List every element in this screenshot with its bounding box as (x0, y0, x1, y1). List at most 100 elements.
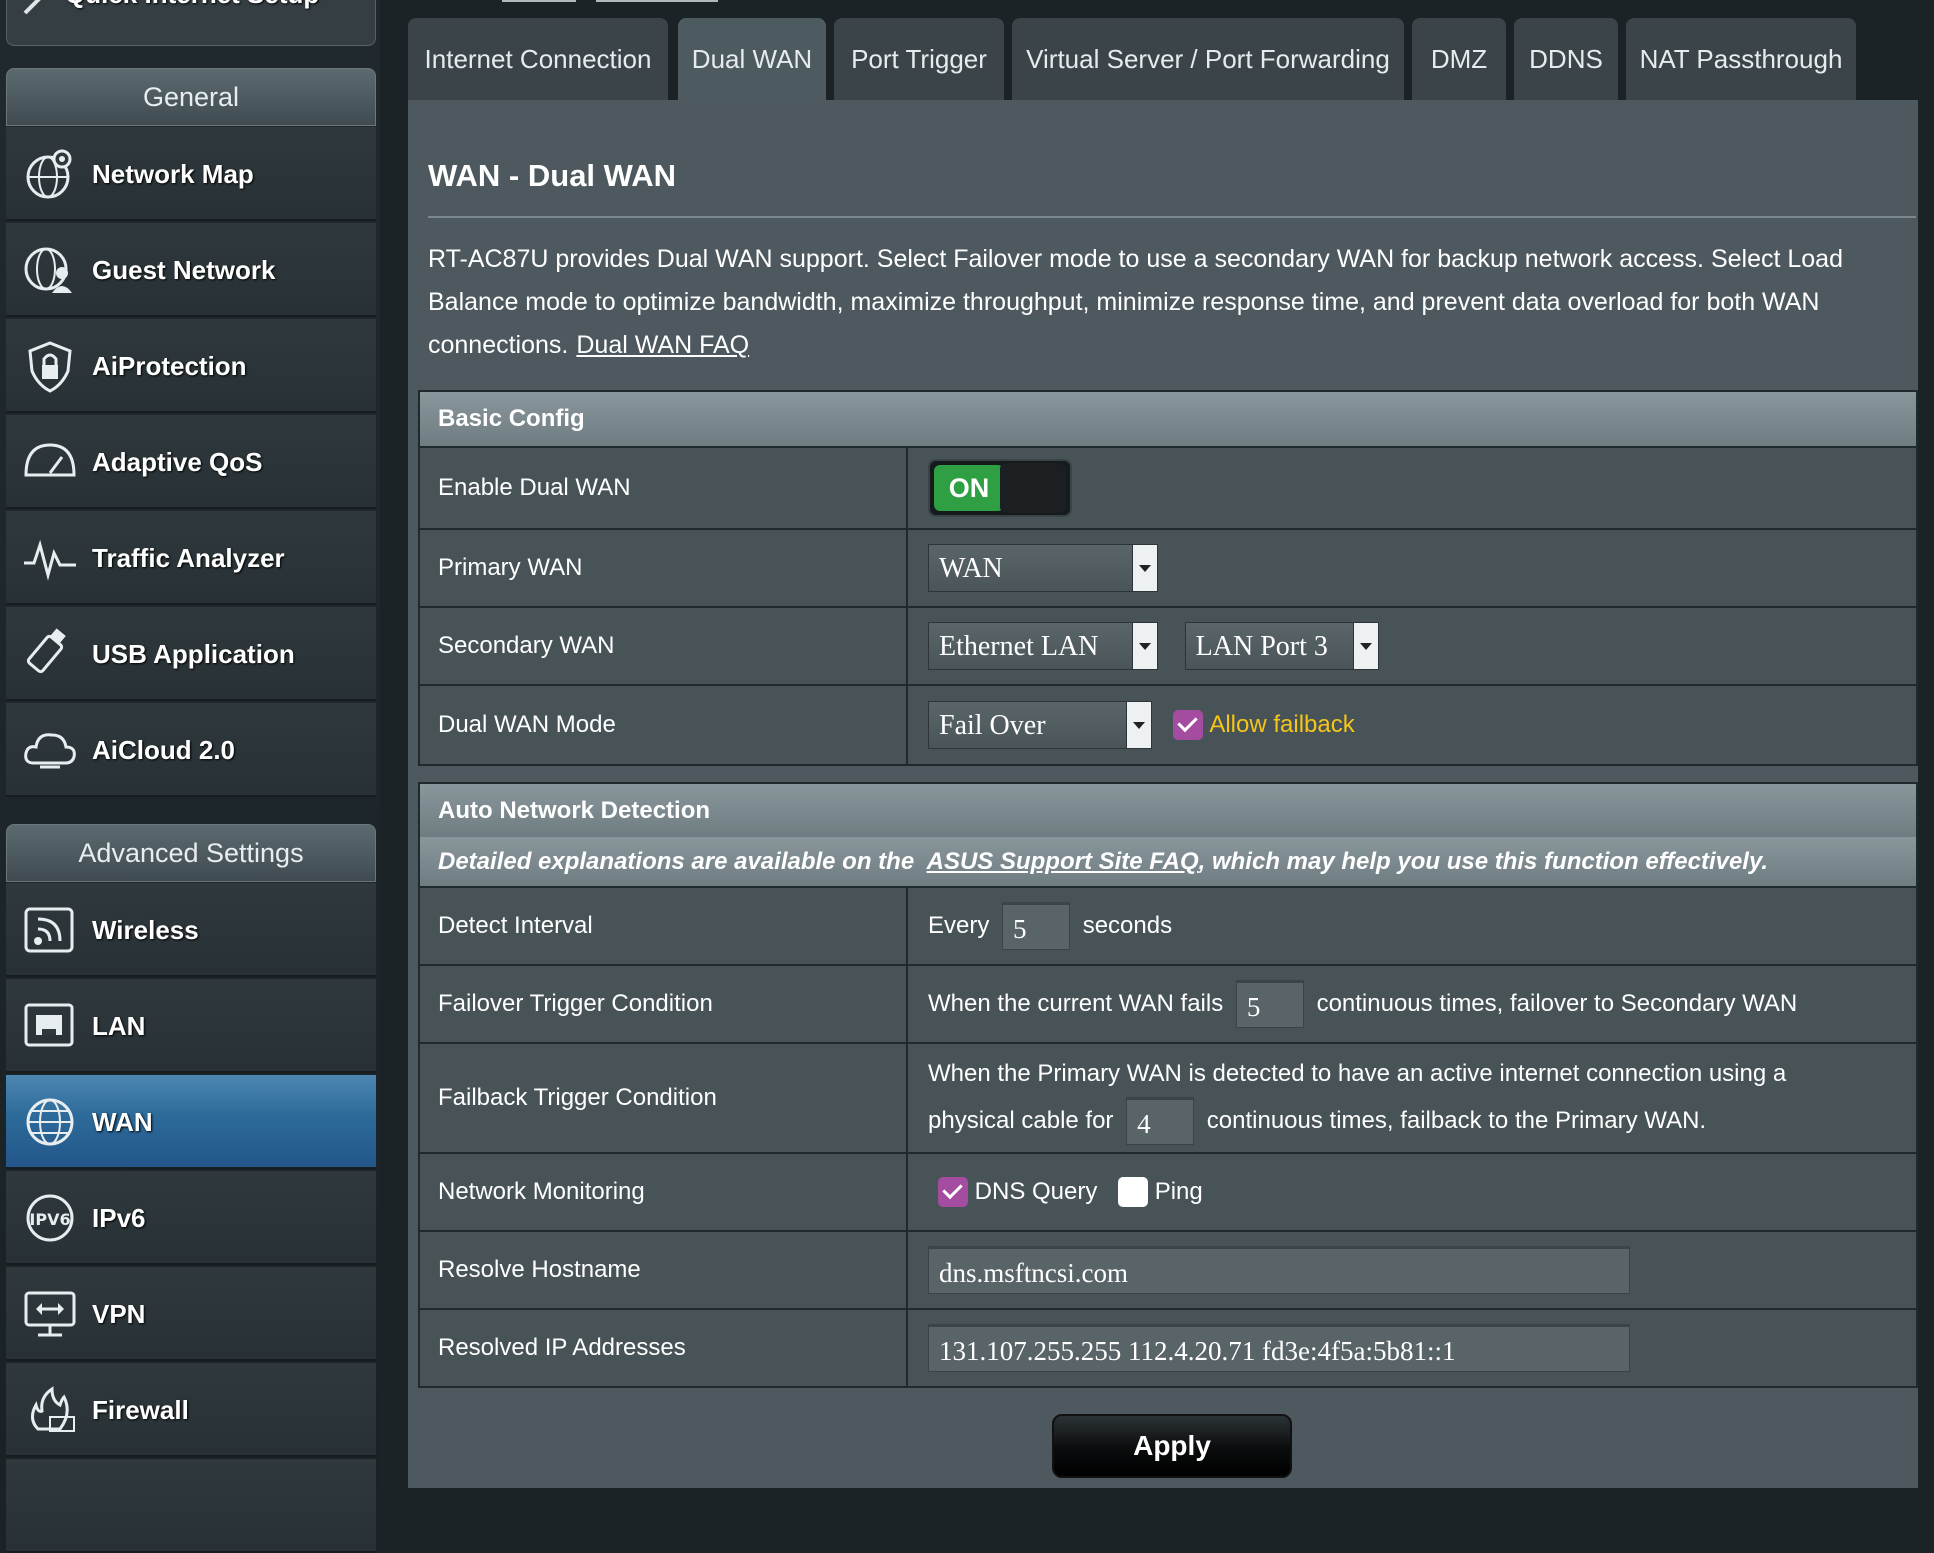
enable-dual-wan-cell: ON (906, 446, 1918, 530)
sidebar: Quick Internet Setup General Network Map… (0, 0, 380, 1553)
detect-interval-suffix: seconds (1082, 912, 1173, 939)
title-divider (428, 216, 1916, 218)
dns-query-checkbox[interactable] (938, 1177, 968, 1207)
failover-trigger-row: Failover Trigger Condition When the curr… (418, 964, 1918, 1044)
svg-text:IPV6: IPV6 (29, 1210, 70, 1229)
dual-wan-mode-row: Dual WAN Mode Fail Over Allow failback (418, 684, 1918, 766)
tab-ddns[interactable]: DDNS (1514, 18, 1618, 100)
dual-wan-mode-cell: Fail Over Allow failback (906, 684, 1918, 766)
advanced-settings-section-header: Advanced Settings (6, 824, 376, 882)
toggle-on-label: ON (934, 465, 1004, 511)
auto-detection-header-row: Auto Network Detection (418, 782, 1918, 837)
resolved-ip-cell: 131.107.255.255 112.4.20.71 fd3e:4f5a:5b… (906, 1308, 1918, 1388)
cloud-icon (24, 733, 76, 769)
allow-failback-label[interactable]: Allow failback (1209, 711, 1354, 738)
auto-detection-note-row: Detailed explanations are available on t… (418, 837, 1918, 888)
failback-prefix: physical cable for (928, 1107, 1114, 1134)
chevron-down-icon (1352, 623, 1378, 669)
basic-config-header: Basic Config (418, 390, 1918, 448)
auto-network-detection-table: Auto Network Detection Detailed explanat… (418, 782, 1918, 1388)
sidebar-item-usb-application[interactable]: USB Application (6, 607, 376, 701)
firewall-icon (31, 1386, 75, 1432)
asus-support-faq-link[interactable]: ASUS Support Site FAQ (927, 848, 1199, 875)
enable-dual-wan-toggle[interactable]: ON (928, 459, 1072, 517)
resolved-ip-input[interactable]: 131.107.255.255 112.4.20.71 fd3e:4f5a:5b… (928, 1324, 1630, 1372)
resolve-hostname-input[interactable]: dns.msftncsi.com (928, 1246, 1630, 1294)
network-monitoring-cell: DNS Query Ping (906, 1152, 1918, 1232)
sidebar-item-label: Traffic Analyzer (92, 543, 285, 573)
sidebar-item-label: Wireless (92, 915, 199, 945)
quick-internet-setup-button[interactable]: Quick Internet Setup (6, 0, 376, 46)
ping-checkbox[interactable] (1118, 1177, 1149, 1207)
sidebar-item-label: Guest Network (92, 255, 276, 285)
tab-dual-wan[interactable]: Dual WAN (678, 18, 826, 100)
auto-detection-header: Auto Network Detection (418, 782, 1918, 837)
sidebar-item-traffic-analyzer[interactable]: Traffic Analyzer (6, 511, 376, 605)
sidebar-item-guest-network[interactable]: Guest Network (6, 223, 376, 317)
sidebar-item-label: WAN (92, 1107, 153, 1137)
general-section-header: General (6, 68, 376, 126)
lan-icon (24, 1003, 74, 1047)
dns-query-label[interactable]: DNS Query (975, 1178, 1098, 1205)
failback-line1: When the Primary WAN is detected to have… (928, 1060, 1787, 1087)
failover-count-input[interactable]: 5 (1235, 980, 1304, 1028)
basic-config-table: Basic Config Enable Dual WAN ON Primary … (418, 390, 1918, 766)
note-suffix: , which may help you use this function e… (1198, 847, 1769, 875)
sidebar-item-network-map[interactable]: Network Map (6, 127, 376, 221)
apply-button-label: Apply (1133, 1430, 1211, 1461)
tab-label: Dual WAN (691, 43, 813, 74)
tab-port-trigger[interactable]: Port Trigger (834, 18, 1004, 100)
sidebar-item-firewall[interactable]: Firewall (6, 1363, 376, 1457)
sidebar-item-aiprotection[interactable]: AiProtection (6, 319, 376, 413)
sidebar-item-adaptive-qos[interactable]: Adaptive QoS (6, 415, 376, 509)
ping-label[interactable]: Ping (1155, 1178, 1203, 1205)
vpn-icon (24, 1291, 76, 1337)
sidebar-item-more[interactable] (6, 1459, 376, 1553)
secondary-wan-port-select[interactable]: LAN Port 3 (1184, 622, 1379, 670)
tab-label: Port Trigger (851, 43, 987, 74)
dual-wan-faq-link[interactable]: Dual WAN FAQ (576, 331, 749, 359)
sidebar-item-lan[interactable]: LAN (6, 979, 376, 1073)
resolve-hostname-cell: dns.msftncsi.com (906, 1230, 1918, 1310)
tab-dmz[interactable]: DMZ (1412, 18, 1506, 100)
dual-wan-mode-select[interactable]: Fail Over (928, 701, 1152, 749)
detect-interval-input[interactable]: 5 (1002, 902, 1071, 950)
tab-label: Internet Connection (424, 43, 652, 74)
sidebar-item-label: Adaptive QoS (92, 447, 263, 477)
secondary-wan-port-value: LAN Port 3 (1195, 631, 1328, 662)
failback-line2: physical cable for 4 continuous times, f… (928, 1097, 1916, 1145)
apply-button[interactable]: Apply (1052, 1414, 1292, 1478)
failback-count-input[interactable]: 4 (1126, 1097, 1195, 1145)
tab-internet-connection[interactable]: Internet Connection (408, 18, 668, 100)
toggle-knob (1000, 463, 1066, 513)
sidebar-item-wireless[interactable]: Wireless (6, 883, 376, 977)
tab-label: Virtual Server / Port Forwarding (1026, 43, 1390, 74)
sidebar-item-label: USB Application (92, 639, 295, 669)
content-panel: WAN - Dual WAN RT-AC87U provides Dual WA… (408, 100, 1918, 1488)
sidebar-item-wan[interactable]: WAN (6, 1075, 376, 1169)
network-monitoring-row: Network Monitoring DNS Query Ping (418, 1152, 1918, 1232)
secondary-wan-label: Secondary WAN (418, 606, 908, 686)
allow-failback-checkbox[interactable] (1172, 710, 1203, 740)
detect-interval-cell: Every 5 seconds (906, 886, 1918, 966)
aiprotection-icon (28, 341, 72, 393)
primary-wan-select[interactable]: WAN (928, 544, 1158, 592)
secondary-wan-value: Ethernet LAN (939, 631, 1099, 662)
chevron-down-icon (1132, 545, 1157, 591)
sidebar-item-label: IPv6 (92, 1203, 146, 1233)
tab-virtual-server[interactable]: Virtual Server / Port Forwarding (1012, 18, 1404, 100)
secondary-wan-select[interactable]: Ethernet LAN (928, 622, 1158, 670)
wand-icon (23, 0, 41, 15)
enable-dual-wan-row: Enable Dual WAN ON (418, 446, 1918, 530)
top-link-underline (596, 0, 718, 2)
primary-wan-cell: WAN (906, 528, 1918, 608)
network-map-icon (26, 149, 72, 199)
sidebar-item-aicloud[interactable]: AiCloud 2.0 (6, 703, 376, 797)
sidebar-item-vpn[interactable]: VPN (6, 1267, 376, 1361)
failback-suffix: continuous times, failback to the Primar… (1206, 1107, 1707, 1134)
sidebar-item-ipv6[interactable]: IPV6 IPv6 (6, 1171, 376, 1265)
primary-wan-value: WAN (939, 553, 1003, 584)
tab-nat-passthrough[interactable]: NAT Passthrough (1626, 18, 1856, 100)
advanced-settings-section-label: Advanced Settings (78, 837, 304, 868)
resolved-ip-label: Resolved IP Addresses (418, 1308, 908, 1388)
